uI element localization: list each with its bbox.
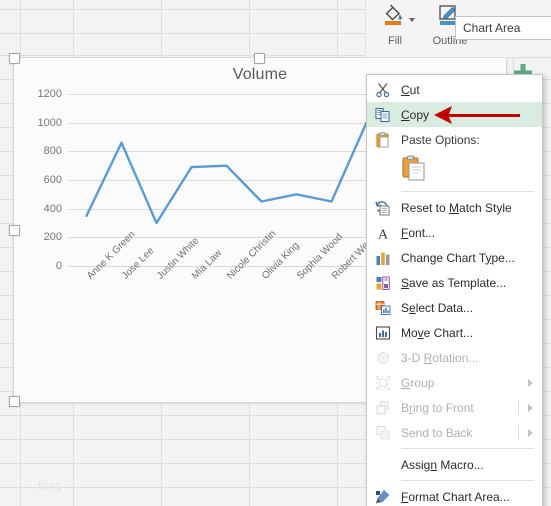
svg-text:A: A [378, 227, 389, 241]
menu-item-label: Save as Template... [401, 275, 507, 290]
chart-context-menu[interactable]: Cut Copy Paste Options: Reset to Match Styl… [366, 74, 543, 506]
menu-item-reset-to-match-style[interactable]: Reset to Match Style [367, 195, 542, 220]
menu-item-paste-options-: Paste Options: [367, 127, 542, 152]
menu-item-divider [518, 400, 519, 415]
menu-item-label: Change Chart Type... [401, 250, 515, 265]
submenu-chevron-icon [528, 403, 533, 412]
submenu-chevron-icon [528, 378, 533, 387]
menu-item-label: Send to Back [401, 425, 473, 440]
paste-keep-formatting-icon[interactable] [401, 155, 427, 186]
fill-dropdown-caret[interactable] [409, 18, 415, 22]
menu-item-bring-to-front: Bring to Front [367, 395, 542, 420]
paint-bucket-icon [385, 4, 402, 25]
y-tick-label: 0 [55, 260, 62, 272]
menu-item-change-chart-type[interactable]: Change Chart Type... [367, 245, 542, 270]
submenu-chevron-icon [528, 428, 533, 437]
cube-icon [374, 349, 392, 367]
menu-item-label: Move Chart... [401, 325, 474, 340]
select-data-icon [374, 299, 392, 317]
menu-separator [401, 191, 534, 192]
clipboard-icon [374, 131, 392, 149]
y-tick-label: 800 [43, 145, 62, 158]
selection-handle-top-center[interactable] [254, 53, 265, 64]
bring-front-icon [374, 399, 392, 417]
selection-handle-middle-left[interactable] [9, 225, 20, 236]
menu-item-label: Font... [401, 225, 436, 240]
menu-item-label: Bring to Front [401, 400, 474, 415]
chart-type-icon [374, 249, 392, 267]
menu-item-label: Select Data... [401, 300, 474, 315]
sheet-watermark: blog [38, 480, 63, 492]
menu-item-label: Paste Options: [401, 132, 480, 147]
selection-handle-bottom-left[interactable] [9, 396, 20, 407]
paste-options-gallery[interactable] [367, 152, 542, 188]
y-tick-label: 1200 [37, 88, 62, 100]
menu-separator [401, 448, 534, 449]
ribbon-shape-styles-group: Fill Outline Chart Area [365, 0, 551, 58]
chart-element-selector[interactable]: Chart Area [455, 16, 551, 40]
menu-item-label: Group [401, 375, 435, 390]
send-back-icon [374, 424, 392, 442]
annotation-arrow [434, 106, 520, 124]
menu-separator [401, 480, 534, 481]
menu-item-assign-macro[interactable]: Assign Macro... [367, 452, 542, 477]
menu-item-label: Copy [401, 107, 430, 122]
menu-item-move-chart[interactable]: Move Chart... [367, 320, 542, 345]
menu-item-label: 3-D Rotation... [401, 350, 479, 365]
menu-item-label: Cut [401, 82, 420, 97]
reset-style-icon [374, 199, 392, 217]
group-icon [374, 374, 392, 392]
menu-item-format-chart-area[interactable]: Format Chart Area... [367, 484, 542, 506]
y-tick-label: 400 [43, 202, 62, 215]
menu-item-label: Assign Macro... [401, 457, 484, 472]
menu-item-select-data[interactable]: Select Data... [367, 295, 542, 320]
excel-screenshot: blog Volume 0 200 400 600 800 1000 1200 Anne K… [0, 0, 551, 506]
menu-item-divider [518, 425, 519, 440]
copy-icon [374, 106, 392, 124]
menu-item-cut[interactable]: Cut [367, 77, 542, 102]
fill-label: Fill [387, 35, 403, 47]
save-template-icon [374, 274, 392, 292]
y-tick-label: 600 [43, 174, 62, 186]
y-tick-label: 200 [43, 231, 62, 244]
y-tick-label: 1000 [37, 116, 62, 129]
menu-item-3-d-rotation: 3-D Rotation... [367, 345, 542, 370]
menu-item-label: Format Chart Area... [401, 489, 510, 504]
format-chart-icon [374, 488, 392, 506]
menu-item-label: Reset to Match Style [401, 200, 512, 215]
selection-handle-top-left[interactable] [9, 53, 20, 64]
scissors-icon [374, 81, 392, 99]
menu-item-group: Group [367, 370, 542, 395]
menu-item-font[interactable]: A Font... [367, 220, 542, 245]
menu-item-save-as-template[interactable]: Save as Template... [367, 270, 542, 295]
fill-button[interactable]: Fill [371, 4, 419, 47]
move-chart-icon [374, 324, 392, 342]
menu-item-send-to-back: Send to Back [367, 420, 542, 445]
font-icon: A [374, 224, 392, 242]
